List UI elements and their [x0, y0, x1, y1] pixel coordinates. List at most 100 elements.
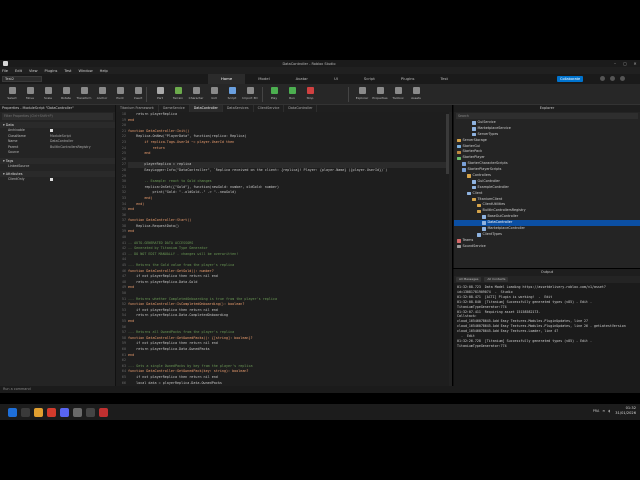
terrain-icon [174, 87, 182, 94]
editor-scrollbar[interactable] [449, 112, 452, 386]
menu-help[interactable]: Help [100, 69, 108, 73]
property-value[interactable] [50, 150, 115, 156]
ribbon-button-move[interactable]: Move [22, 87, 38, 104]
ribbon-button-part[interactable]: Part [152, 87, 168, 104]
menu-window[interactable]: Window [78, 69, 92, 73]
ribbon-button-play[interactable]: Play [266, 87, 282, 104]
menu-test[interactable]: Test [64, 69, 71, 73]
explorer-item[interactable]: SoundService [454, 244, 640, 250]
windows-taskbar: PRA ≋ ◖ 01:32 31/01/2026 [0, 404, 640, 420]
ribbon-button-run[interactable]: Run [284, 87, 300, 104]
code-text: return playerReplica [128, 112, 177, 116]
instance-icon [462, 162, 466, 166]
ribbon-button-explorer[interactable]: Explorer [354, 87, 370, 104]
tab-avatar[interactable]: Avatar [283, 74, 321, 84]
share-icon[interactable] [600, 76, 605, 81]
ribbon-button-terrain[interactable]: Terrain [170, 87, 186, 104]
notifications-icon[interactable] [610, 76, 615, 81]
doc-tab[interactable]: DataController [189, 105, 223, 112]
place-select[interactable]: Test2 [2, 76, 42, 82]
ribbon-button-rotate[interactable]: Rotate [58, 87, 74, 104]
command-bar-input[interactable]: Run a command [0, 386, 640, 393]
doc-tab[interactable]: Titanium Framework [116, 105, 159, 112]
tab-model[interactable]: Model [245, 74, 282, 84]
ribbon-button-assets[interactable]: Assets [408, 87, 424, 104]
property-row[interactable]: Source [0, 150, 115, 156]
output-filter-messages[interactable]: All Messages [456, 277, 482, 282]
instance-icon [477, 203, 481, 208]
doc-tab[interactable]: DataServices [223, 105, 254, 112]
instance-icon [457, 138, 461, 143]
tab-home[interactable]: Home [208, 74, 246, 84]
ribbon-button-transform[interactable]: Transform [76, 87, 92, 104]
ribbon-button-gui[interactable]: GUI [206, 87, 222, 104]
menu-edit[interactable]: Edit [15, 69, 22, 73]
anchor-icon [98, 87, 106, 94]
document-tabs: Titanium Framework GameService DataControl… [116, 105, 452, 112]
menu-file[interactable]: File [2, 69, 8, 73]
output-line: 01:32:08.723 Data Model Loading https://… [457, 285, 606, 294]
ribbon-button-pivot[interactable]: Pivot [112, 87, 128, 104]
clock[interactable]: 01:32 31/01/2026 [615, 406, 636, 416]
ribbon-separator [262, 87, 263, 102]
volume-icon[interactable]: ◖ [608, 409, 610, 413]
gui-icon [210, 87, 218, 94]
part-icon [156, 87, 164, 94]
ribbon-button-script[interactable]: Script [224, 87, 240, 104]
close-icon[interactable]: ✕ [630, 61, 640, 66]
maximize-icon[interactable]: ▢ [620, 61, 630, 66]
ribbon-button-toolbox[interactable]: Toolbox [390, 87, 406, 104]
avatar[interactable] [620, 76, 625, 81]
doc-tab[interactable]: ClientService [254, 105, 285, 112]
windows-start-icon[interactable] [8, 407, 17, 417]
property-value[interactable] [50, 177, 115, 183]
properties-filter-input[interactable]: Filter Properties (Ctrl+Shift+P) [2, 113, 113, 120]
search-icon[interactable] [21, 407, 30, 417]
code-text: EasyLogger:Info("DataController", `Repli… [128, 167, 388, 172]
doc-tab[interactable]: GameService [159, 105, 190, 112]
instance-icon [457, 156, 461, 161]
checkbox-checked[interactable] [50, 178, 53, 182]
ribbon-button-scale[interactable]: Scale [40, 87, 56, 104]
menu-view[interactable]: View [29, 69, 38, 73]
property-row[interactable]: LinkedSource [0, 164, 115, 170]
ribbon-button-select[interactable]: Select [4, 87, 20, 104]
file-explorer-icon[interactable] [34, 407, 43, 417]
tab-ui[interactable]: UI [321, 74, 351, 84]
menu-plugins[interactable]: Plugins [45, 69, 58, 73]
ribbon-button-import-3d[interactable]: Import 3D [242, 87, 258, 104]
tray-language[interactable]: PRA [593, 409, 600, 413]
checkbox-checked[interactable] [50, 129, 53, 133]
script-editor[interactable]: 18 return playerReplica 19 end 20 21 function… [116, 112, 452, 386]
app-icon[interactable] [86, 407, 95, 417]
wifi-icon[interactable]: ≋ [602, 409, 605, 413]
instance-icon [457, 150, 461, 155]
code-area[interactable]: 18 return playerReplica 19 end 20 21 function… [122, 112, 452, 386]
instance-icon [457, 144, 461, 149]
ribbon-button-character[interactable]: Character [188, 87, 204, 104]
ribbon-button-properties[interactable]: Properties [372, 87, 388, 104]
instance-icon [472, 121, 476, 125]
ribbon-button-anchor[interactable]: Anchor [94, 87, 110, 104]
discord-icon[interactable] [60, 407, 69, 417]
tab-script[interactable]: Script [351, 74, 388, 84]
property-row[interactable]: ClientOnly [0, 177, 115, 183]
roblox-studio-taskbar-icon[interactable] [73, 407, 82, 417]
explorer-search-input[interactable]: Search [456, 113, 638, 119]
tab-plugins[interactable]: Plugins [388, 74, 428, 84]
chrome-icon[interactable] [47, 407, 56, 417]
doc-tab[interactable]: DataController [284, 105, 318, 112]
output-filter-contexts[interactable]: All Contexts [484, 277, 509, 282]
move-icon [26, 87, 34, 94]
output-filter-bar: All Messages All Contexts [454, 276, 640, 283]
play-icon [270, 87, 278, 94]
collaborate-button[interactable]: Collaborate [557, 76, 584, 82]
property-value[interactable] [50, 164, 115, 170]
ribbon-button-label: Rotate [61, 96, 71, 100]
ribbon-button-stop[interactable]: Stop [302, 87, 318, 104]
record-icon[interactable] [99, 407, 108, 417]
tab-test[interactable]: Test [427, 74, 460, 84]
minimize-icon[interactable]: – [610, 61, 620, 66]
editor-scroll-thumb[interactable] [446, 114, 449, 174]
ribbon-button-insert[interactable]: Insert [130, 87, 146, 104]
